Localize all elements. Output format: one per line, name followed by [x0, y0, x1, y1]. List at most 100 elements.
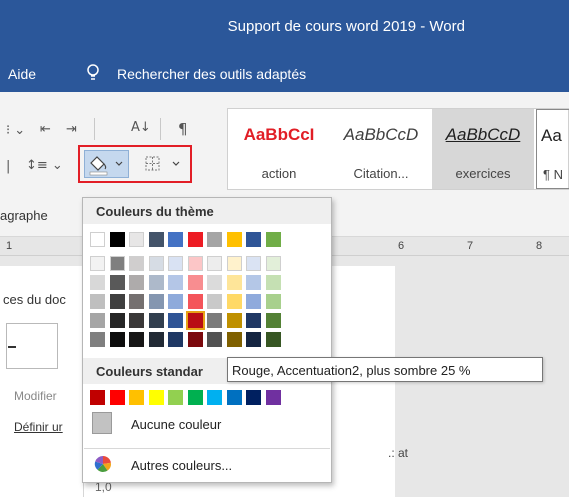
color-swatch[interactable] [168, 313, 183, 328]
color-swatch[interactable] [246, 332, 261, 347]
color-swatch[interactable] [109, 232, 125, 247]
color-swatch[interactable] [265, 390, 281, 405]
color-swatch[interactable] [90, 232, 105, 247]
definir-link[interactable]: Définir ur [14, 420, 63, 434]
color-swatch[interactable] [207, 275, 222, 290]
color-swatch[interactable] [90, 313, 105, 328]
color-swatch[interactable] [265, 332, 281, 347]
list-dropdown-icon[interactable]: ⁝ ⌄ [6, 123, 25, 138]
color-swatch[interactable] [109, 294, 125, 309]
color-swatch[interactable] [265, 294, 281, 309]
color-swatch[interactable] [246, 390, 261, 405]
color-swatch[interactable] [226, 332, 242, 347]
color-swatch[interactable] [90, 294, 105, 309]
color-swatch[interactable] [246, 275, 261, 290]
color-swatch[interactable] [148, 332, 164, 347]
color-swatch[interactable] [226, 313, 242, 328]
shading-button[interactable] [84, 150, 129, 178]
color-swatch[interactable] [226, 294, 242, 309]
color-swatch[interactable] [168, 275, 183, 290]
color-swatch[interactable] [246, 294, 261, 309]
style-action[interactable]: AaBbCcI action [228, 109, 330, 189]
style-exercices[interactable]: AaBbCcD exercices [432, 109, 534, 189]
color-swatch[interactable] [207, 390, 222, 405]
color-swatch[interactable] [109, 313, 125, 328]
color-swatch[interactable] [148, 294, 164, 309]
color-swatch[interactable] [109, 332, 125, 347]
borders-button[interactable] [140, 150, 188, 178]
shading-color-dropdown: Couleurs du thème Couleurs standar Aucun… [82, 197, 332, 483]
color-swatch[interactable] [148, 390, 164, 405]
modifier-link[interactable]: Modifier [14, 389, 57, 403]
color-swatch[interactable] [168, 294, 183, 309]
color-swatch[interactable] [207, 256, 222, 271]
style-sample: AaBbCcD [343, 125, 419, 144]
color-swatch[interactable] [109, 390, 125, 405]
color-swatch[interactable] [187, 332, 203, 347]
color-swatch[interactable] [168, 332, 183, 347]
ruler-number: 1 [6, 240, 13, 252]
lightbulb-icon[interactable] [86, 64, 100, 82]
color-swatch[interactable] [129, 390, 144, 405]
color-swatch[interactable] [226, 275, 242, 290]
menu-aide[interactable]: Aide [8, 66, 36, 82]
color-swatch[interactable] [226, 390, 242, 405]
color-swatch[interactable] [187, 275, 203, 290]
color-swatch[interactable] [129, 332, 144, 347]
color-swatch[interactable] [265, 275, 281, 290]
color-swatch[interactable] [168, 256, 183, 271]
color-swatch[interactable] [148, 232, 164, 247]
line-spacing-icon[interactable]: ↕≡ ⌄ [26, 158, 63, 173]
ruler-number: 8 [536, 240, 543, 252]
theme-colors-header: Couleurs du thème [83, 198, 331, 224]
color-swatch[interactable] [207, 313, 222, 328]
color-swatch[interactable] [129, 232, 144, 247]
color-swatch[interactable] [90, 256, 105, 271]
color-swatch[interactable] [185, 311, 205, 330]
color-swatch[interactable] [187, 232, 203, 247]
color-swatch[interactable] [207, 232, 222, 247]
color-swatch[interactable] [90, 390, 105, 405]
color-swatch[interactable] [207, 294, 222, 309]
color-swatch[interactable] [148, 313, 164, 328]
color-swatch[interactable] [109, 256, 125, 271]
color-swatch[interactable] [265, 256, 281, 271]
color-swatch[interactable] [246, 232, 261, 247]
more-colors-option[interactable]: Autres couleurs... [84, 451, 330, 479]
increase-indent-icon[interactable]: ⇥ [66, 122, 77, 137]
color-swatch[interactable] [148, 275, 164, 290]
borders-icon [145, 156, 180, 171]
color-swatch[interactable] [265, 313, 281, 328]
pilcrow-icon[interactable]: ¶ [178, 120, 188, 138]
style-name: Citation... [353, 166, 409, 181]
color-swatch[interactable] [129, 294, 144, 309]
color-swatch[interactable] [129, 313, 144, 328]
color-swatch[interactable] [187, 256, 203, 271]
color-swatch[interactable] [129, 256, 144, 271]
color-swatch[interactable] [168, 390, 183, 405]
color-swatch[interactable] [168, 232, 183, 247]
color-swatch[interactable] [187, 390, 203, 405]
color-swatch[interactable] [226, 232, 242, 247]
color-swatch[interactable] [90, 332, 105, 347]
title-bar: Support de cours word 2019 - Word [0, 0, 569, 58]
style-normal[interactable]: Aa ¶ N [536, 109, 569, 189]
window-title: Support de cours word 2019 - Word [227, 18, 465, 35]
alignment-icon[interactable]: | [6, 159, 10, 174]
color-swatch[interactable] [187, 294, 203, 309]
color-swatch[interactable] [246, 313, 261, 328]
color-swatch[interactable] [90, 275, 105, 290]
color-swatch[interactable] [109, 275, 125, 290]
color-swatch[interactable] [265, 232, 281, 247]
decrease-indent-icon[interactable]: ⇤ [40, 122, 51, 137]
color-swatch[interactable] [207, 332, 222, 347]
tell-me-search[interactable]: Rechercher des outils adaptés [117, 66, 306, 82]
color-swatch[interactable] [226, 256, 242, 271]
color-wheel-icon [94, 455, 112, 472]
no-color-option[interactable]: Aucune couleur [84, 410, 330, 440]
sort-icon[interactable]: A↓ [131, 120, 151, 135]
style-citation[interactable]: AaBbCcD Citation... [330, 109, 432, 189]
color-swatch[interactable] [148, 256, 164, 271]
color-swatch[interactable] [129, 275, 144, 290]
color-swatch[interactable] [246, 256, 261, 271]
